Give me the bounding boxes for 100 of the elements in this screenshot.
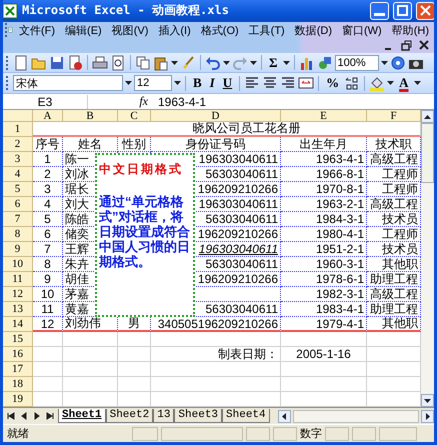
vertical-scrollbar[interactable] [421, 110, 434, 408]
dropdown-arrow-icon[interactable] [282, 60, 290, 64]
menu-item[interactable]: 数据(D) [290, 22, 337, 38]
first-sheet-icon[interactable] [7, 412, 15, 420]
row-header[interactable]: 8 [3, 227, 33, 242]
table-cell: 制表日期： [151, 347, 281, 362]
column-header[interactable]: B [63, 110, 118, 122]
close-icon[interactable] [418, 39, 430, 52]
table-cell: 1979-4-1 [281, 317, 367, 332]
fill-color-icon[interactable] [369, 75, 386, 92]
permission-icon[interactable] [67, 54, 83, 70]
spreadsheet-app-icon [3, 2, 18, 19]
name-box[interactable]: E3 [3, 94, 88, 109]
menu-item[interactable]: 编辑(E) [60, 22, 107, 38]
menu-item[interactable]: 工具(T) [244, 22, 290, 38]
menu-item[interactable]: 帮助(H) [386, 22, 434, 38]
menu-item[interactable]: 文件(F) [14, 22, 60, 38]
menu-item[interactable]: 窗口(W) [337, 22, 387, 38]
row-header[interactable]: 19 [3, 392, 33, 408]
column-header[interactable]: E [281, 110, 367, 122]
previous-sheet-icon[interactable] [20, 412, 28, 420]
dropdown-arrow-icon[interactable] [380, 60, 388, 64]
table-cell: 6 [33, 227, 63, 242]
sheet-tab[interactable]: Sheet3 [174, 409, 222, 424]
percent-button[interactable]: % [323, 74, 342, 92]
dropdown-arrow-icon[interactable] [171, 60, 178, 64]
row-header[interactable]: 3 [3, 152, 33, 168]
bold-button[interactable]: B [190, 74, 205, 92]
row-header[interactable]: 17 [3, 362, 33, 378]
minimize-icon [374, 13, 385, 16]
row-header[interactable]: 16 [3, 347, 33, 362]
row-header[interactable]: 12 [3, 287, 33, 302]
underline-button[interactable]: U [220, 74, 236, 92]
menu-item[interactable]: 插入(I) [153, 22, 196, 38]
font-field[interactable]: 宋体 [13, 75, 123, 92]
row-header[interactable]: 18 [3, 377, 33, 392]
dropdown-arrow-icon[interactable] [174, 81, 181, 86]
sheet-tab[interactable]: Sheet2 [106, 409, 154, 424]
horizontal-scrollbar[interactable] [292, 410, 419, 423]
save-icon[interactable] [49, 54, 65, 70]
next-sheet-icon[interactable] [33, 412, 41, 420]
close-button[interactable] [416, 2, 434, 20]
print-preview-icon[interactable] [110, 54, 126, 70]
sheet-tab[interactable]: 13 [153, 409, 174, 424]
row-header[interactable]: 9 [3, 242, 33, 258]
dropdown-arrow-icon[interactable] [414, 81, 421, 86]
row-header[interactable]: 2 [3, 137, 33, 152]
menu-item[interactable]: 格式(O) [196, 22, 244, 38]
table-cell: 1951-2-1 [281, 242, 367, 258]
row-header[interactable]: 6 [3, 197, 33, 212]
help-icon[interactable] [390, 54, 406, 70]
scroll-thumb[interactable] [421, 123, 434, 184]
sheet-tab[interactable]: Sheet4 [222, 409, 270, 424]
sheet-tab[interactable]: Sheet1 [58, 409, 106, 424]
print-icon[interactable] [92, 54, 108, 70]
dropdown-arrow-icon[interactable] [223, 60, 230, 64]
undo-icon[interactable] [205, 54, 221, 70]
table-cell: 2 [33, 167, 63, 182]
merge-cells-icon[interactable] [298, 75, 314, 92]
row-header[interactable]: 5 [3, 182, 33, 198]
row-header[interactable]: 13 [3, 302, 33, 318]
row-header[interactable]: 15 [3, 332, 33, 348]
scroll-up-button[interactable] [421, 110, 434, 124]
last-sheet-icon[interactable] [46, 412, 54, 420]
row-header[interactable]: 11 [3, 272, 33, 288]
row-header[interactable]: 10 [3, 257, 33, 272]
row-header[interactable]: 7 [3, 212, 33, 228]
row-header[interactable]: 4 [3, 167, 33, 182]
table-cell: 1983-4-1 [281, 302, 367, 318]
row-header[interactable]: 14 [3, 317, 33, 332]
dropdown-arrow-icon[interactable] [387, 81, 394, 86]
font-color-button[interactable]: A [396, 74, 412, 92]
autosum-button[interactable]: Σ [266, 54, 280, 72]
new-document-icon[interactable] [13, 54, 29, 70]
maximize-button[interactable] [393, 2, 412, 20]
drawing-icon[interactable] [316, 54, 332, 70]
function-label[interactable]: fx [88, 94, 154, 110]
zoom-field[interactable]: 100% [334, 54, 378, 70]
column-header[interactable]: C [118, 110, 151, 122]
table-cell: 1960-3-1 [281, 257, 367, 272]
dropdown-arrow-icon[interactable] [250, 60, 257, 64]
italic-button[interactable]: I [206, 74, 218, 92]
decimal-icon[interactable] [344, 75, 360, 92]
column-header[interactable]: D [151, 110, 281, 122]
menu-item[interactable]: 视图(V) [106, 22, 154, 38]
up-arrow-icon [424, 114, 431, 119]
font-size-field[interactable]: 12 [134, 75, 172, 92]
dropdown-arrow-icon[interactable] [125, 81, 132, 86]
row-header[interactable]: 1 [3, 122, 33, 138]
copy-icon[interactable] [135, 54, 151, 70]
restore-icon[interactable] [400, 39, 412, 52]
scroll-down-button[interactable] [421, 394, 434, 408]
scroll-left-button[interactable] [278, 410, 291, 423]
table-cell: 1978-6-1 [281, 272, 367, 288]
status-pane [379, 426, 417, 441]
column-header[interactable]: F [367, 110, 421, 122]
paste-icon[interactable] [153, 54, 169, 70]
minimize-button[interactable] [370, 2, 389, 20]
scroll-right-button[interactable] [421, 410, 434, 423]
column-header[interactable]: A [33, 110, 63, 122]
